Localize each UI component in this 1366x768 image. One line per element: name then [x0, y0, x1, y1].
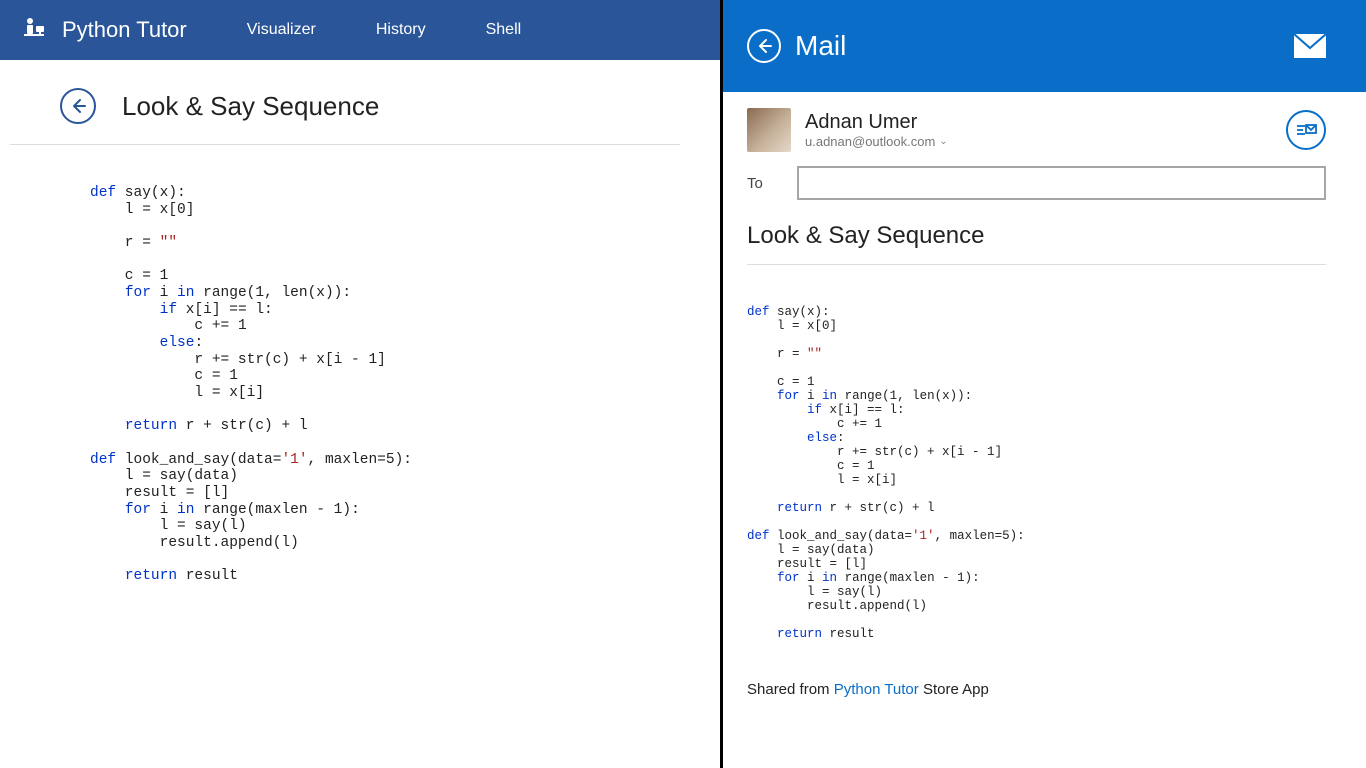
- mail-header: Mail: [723, 0, 1366, 92]
- nav-visualizer[interactable]: Visualizer: [247, 21, 316, 39]
- nav-shell[interactable]: Shell: [486, 21, 522, 39]
- tutor-logo-icon: [20, 16, 48, 44]
- avatar: [747, 108, 791, 152]
- mail-title-wrap: Mail: [747, 29, 846, 63]
- logo-area: Python Tutor: [20, 16, 187, 44]
- back-button[interactable]: [60, 88, 96, 124]
- mail-body: Adnan Umer u.adnan@outlook.com ⌄ To Look…: [723, 92, 1366, 698]
- to-row: To: [747, 166, 1326, 200]
- mail-code-content: def say(x): l = x[0] r = "" c = 1 for i …: [747, 305, 1326, 641]
- send-button[interactable]: [1286, 110, 1326, 150]
- from-email[interactable]: u.adnan@outlook.com ⌄: [805, 134, 948, 149]
- mail-title: Mail: [795, 30, 846, 62]
- app-name: Python Tutor: [62, 17, 187, 43]
- shared-from: Shared from Python Tutor Store App: [747, 681, 1326, 698]
- mail-back-button[interactable]: [747, 29, 781, 63]
- page-title: Look & Say Sequence: [122, 91, 379, 122]
- python-tutor-app: Python Tutor Visualizer History Shell Lo…: [0, 0, 720, 768]
- nav-history[interactable]: History: [376, 21, 426, 39]
- shared-link[interactable]: Python Tutor: [834, 681, 919, 698]
- mail-app: Mail Adnan Umer u.adnan@outlook.com ⌄: [720, 0, 1366, 768]
- from-name: Adnan Umer: [805, 111, 948, 134]
- to-label: To: [747, 175, 773, 192]
- top-nav: Visualizer History Shell: [247, 21, 521, 39]
- page-title-row: Look & Say Sequence: [10, 60, 680, 145]
- chevron-down-icon: ⌄: [939, 136, 947, 147]
- from-row: Adnan Umer u.adnan@outlook.com ⌄: [747, 108, 1326, 152]
- mail-icon: [1294, 34, 1326, 58]
- subject[interactable]: Look & Say Sequence: [747, 222, 1326, 265]
- to-input[interactable]: [797, 166, 1326, 200]
- code-block: def say(x): l = x[0] r = "" c = 1 for i …: [0, 145, 720, 585]
- code-content: def say(x): l = x[0] r = "" c = 1 for i …: [90, 185, 720, 585]
- app-header: Python Tutor Visualizer History Shell: [0, 0, 720, 60]
